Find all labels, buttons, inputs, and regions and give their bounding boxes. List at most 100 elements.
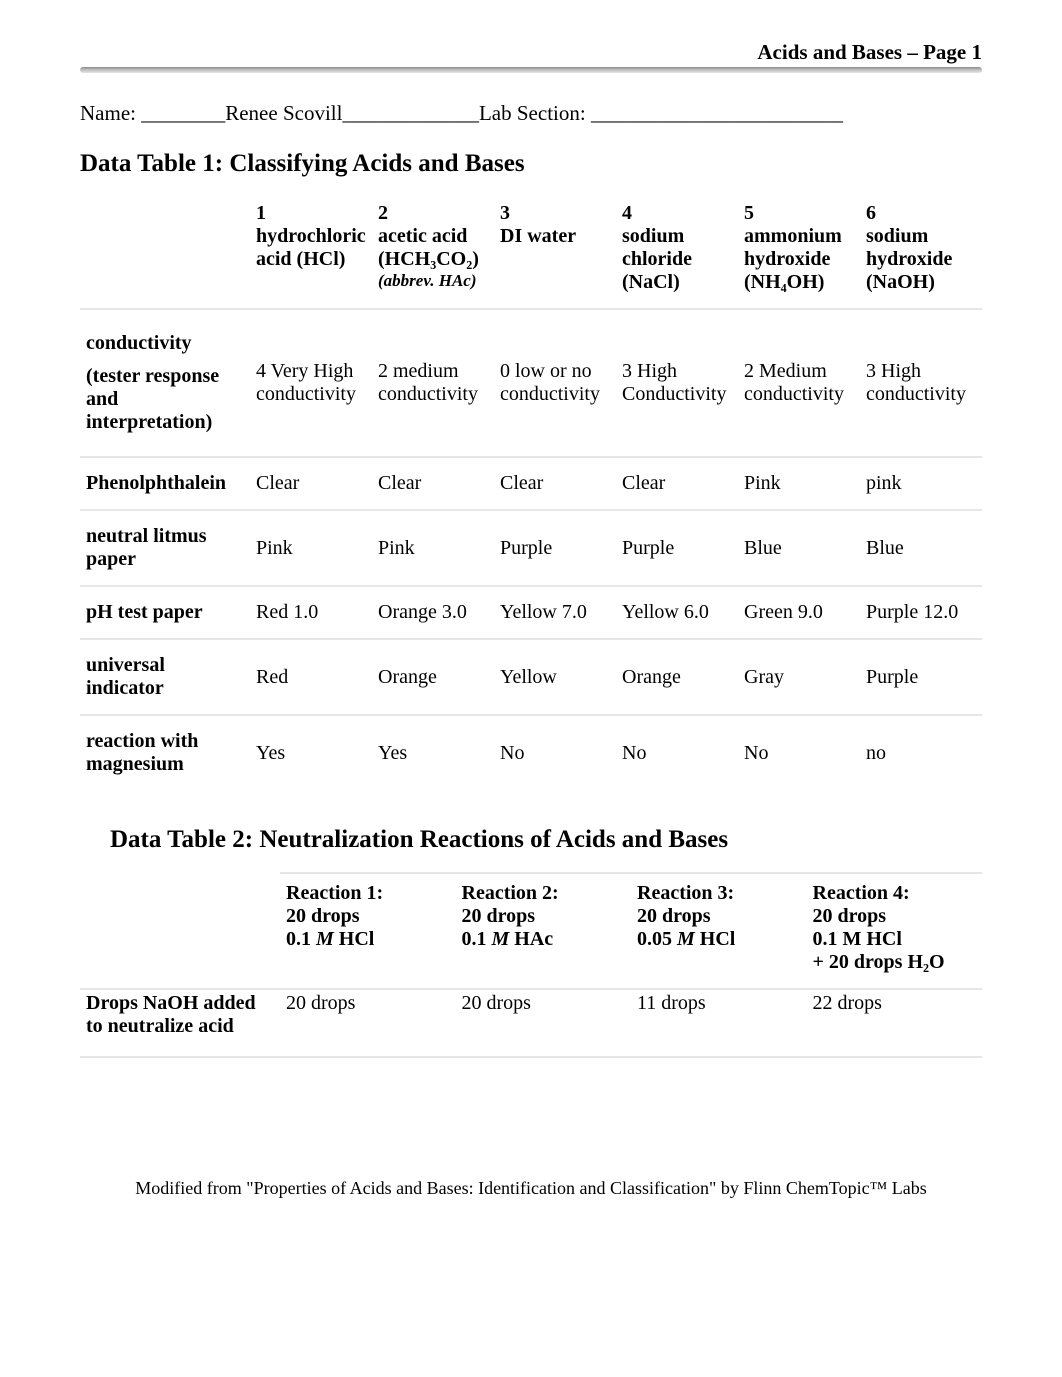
col-num: 2 (378, 202, 488, 225)
cell: Clear (494, 456, 616, 509)
cell: 2 Medium conductivity (738, 308, 860, 456)
col-label: sodium hydroxide (NaOH) (866, 225, 976, 294)
cell: 3 High Conductivity (616, 308, 738, 456)
cell: Yellow (494, 638, 616, 714)
row-label: conductivity (tester response and interp… (80, 308, 250, 456)
cell: Yellow 7.0 (494, 585, 616, 638)
h-l2: 20 drops (286, 905, 450, 928)
cell: No (738, 714, 860, 790)
t2-col-header-1: Reaction 1: 20 drops 0.1 M HCl (280, 872, 456, 988)
cell: Orange (616, 638, 738, 714)
cell: 20 drops (280, 988, 456, 1058)
h-l3: 0.1 M HAc (462, 928, 626, 951)
col-label: sodium chloride (NaCl) (622, 225, 732, 294)
row-label: neutral litmus paper (80, 509, 250, 585)
cell: Purple (616, 509, 738, 585)
row-label-p1: conductivity (86, 332, 244, 355)
cell: Purple 12.0 (860, 585, 982, 638)
col-header-4: 4 sodium chloride (NaCl) (616, 196, 738, 308)
cell: 22 drops (807, 988, 983, 1058)
table-row: pH test paper Red 1.0 Orange 3.0 Yellow … (80, 585, 982, 638)
section-1-title: Data Table 1: Classifying Acids and Base… (80, 150, 982, 178)
cell: Orange (372, 638, 494, 714)
table-2-corner (80, 872, 280, 988)
col-header-1: 1 hydrochloric acid (HCl) (250, 196, 372, 308)
cell: Blue (738, 509, 860, 585)
col-num: 1 (256, 202, 366, 225)
col-num: 5 (744, 202, 854, 225)
table-1-corner (80, 196, 250, 308)
cell: Gray (738, 638, 860, 714)
h-l2: 20 drops (462, 905, 626, 928)
row-label-p2: (tester response and interpretation) (86, 365, 244, 434)
cell: Yes (372, 714, 494, 790)
cell: Clear (372, 456, 494, 509)
cell: Purple (860, 638, 982, 714)
table-row: Drops NaOH added to neutralize acid 20 d… (80, 988, 982, 1058)
h-l1: Reaction 2: (462, 882, 626, 905)
cell: Green 9.0 (738, 585, 860, 638)
cell: No (494, 714, 616, 790)
t2-col-header-4: Reaction 4: 20 drops 0.1 M HCl + 20 drop… (807, 872, 983, 988)
h-l3: 0.1 M HCl (286, 928, 450, 951)
col-label: ammonium hydroxide (NH₄OH) (744, 225, 854, 294)
table-2: Reaction 1: 20 drops 0.1 M HCl Reaction … (80, 872, 982, 1058)
cell: Red (250, 638, 372, 714)
col-label: hydrochloric acid (HCl) (256, 225, 366, 271)
cell: Purple (494, 509, 616, 585)
col-label: DI water (500, 225, 610, 248)
t2-col-header-2: Reaction 2: 20 drops 0.1 M HAc (456, 872, 632, 988)
cell: Clear (616, 456, 738, 509)
row-label: Phenolphthalein (80, 456, 250, 509)
cell: Clear (250, 456, 372, 509)
t2-col-header-3: Reaction 3: 20 drops 0.05 M HCl (631, 872, 807, 988)
h-l2: 20 drops (637, 905, 801, 928)
name-prefix: Name: ________ (80, 101, 225, 125)
table-row: universal indicator Red Orange Yellow Or… (80, 638, 982, 714)
name-line: Name: ________Renee Scovill_____________… (80, 101, 982, 126)
row-label: reaction with magnesium (80, 714, 250, 790)
page-header: Acids and Bases – Page 1 (80, 40, 982, 67)
cell: Pink (250, 509, 372, 585)
table-row: conductivity (tester response and interp… (80, 308, 982, 456)
col-num: 4 (622, 202, 732, 225)
divider (80, 67, 982, 73)
cell: 3 High conductivity (860, 308, 982, 456)
col-label: acetic acid (HCH₃CO₂) (378, 225, 488, 271)
table-1-header-row: 1 hydrochloric acid (HCl) 2 acetic acid … (80, 196, 982, 308)
cell: 11 drops (631, 988, 807, 1058)
h-l1: Reaction 3: (637, 882, 801, 905)
col-num: 6 (866, 202, 976, 225)
cell: Orange 3.0 (372, 585, 494, 638)
col-header-3: 3 DI water (494, 196, 616, 308)
table-2-header-row: Reaction 1: 20 drops 0.1 M HCl Reaction … (80, 872, 982, 988)
cell: 20 drops (456, 988, 632, 1058)
col-sub: (abbrev. HAc) (378, 271, 488, 291)
cell: no (860, 714, 982, 790)
student-name: Renee Scovill (225, 101, 342, 125)
row-label: universal indicator (80, 638, 250, 714)
cell: Pink (738, 456, 860, 509)
cell: 4 Very High conductivity (250, 308, 372, 456)
name-underline: _____________ (342, 101, 479, 125)
footer-citation: Modified from "Properties of Acids and B… (80, 1178, 982, 1199)
table-row: reaction with magnesium Yes Yes No No No… (80, 714, 982, 790)
section-2-title: Data Table 2: Neutralization Reactions o… (110, 826, 982, 854)
h-l1: Reaction 1: (286, 882, 450, 905)
row-label: pH test paper (80, 585, 250, 638)
table-row: Phenolphthalein Clear Clear Clear Clear … (80, 456, 982, 509)
cell: Blue (860, 509, 982, 585)
lab-section-label: Lab Section: ________________________ (479, 101, 843, 125)
col-header-2: 2 acetic acid (HCH₃CO₂) (abbrev. HAc) (372, 196, 494, 308)
col-num: 3 (500, 202, 610, 225)
table-row: neutral litmus paper Pink Pink Purple Pu… (80, 509, 982, 585)
cell: Pink (372, 509, 494, 585)
cell: No (616, 714, 738, 790)
h-l3: 0.1 M HCl (813, 928, 977, 951)
col-header-5: 5 ammonium hydroxide (NH₄OH) (738, 196, 860, 308)
cell: pink (860, 456, 982, 509)
h-l2: 20 drops (813, 905, 977, 928)
h-l4: + 20 drops H₂O (813, 951, 977, 974)
cell: 2 medium conductivity (372, 308, 494, 456)
cell: Yellow 6.0 (616, 585, 738, 638)
